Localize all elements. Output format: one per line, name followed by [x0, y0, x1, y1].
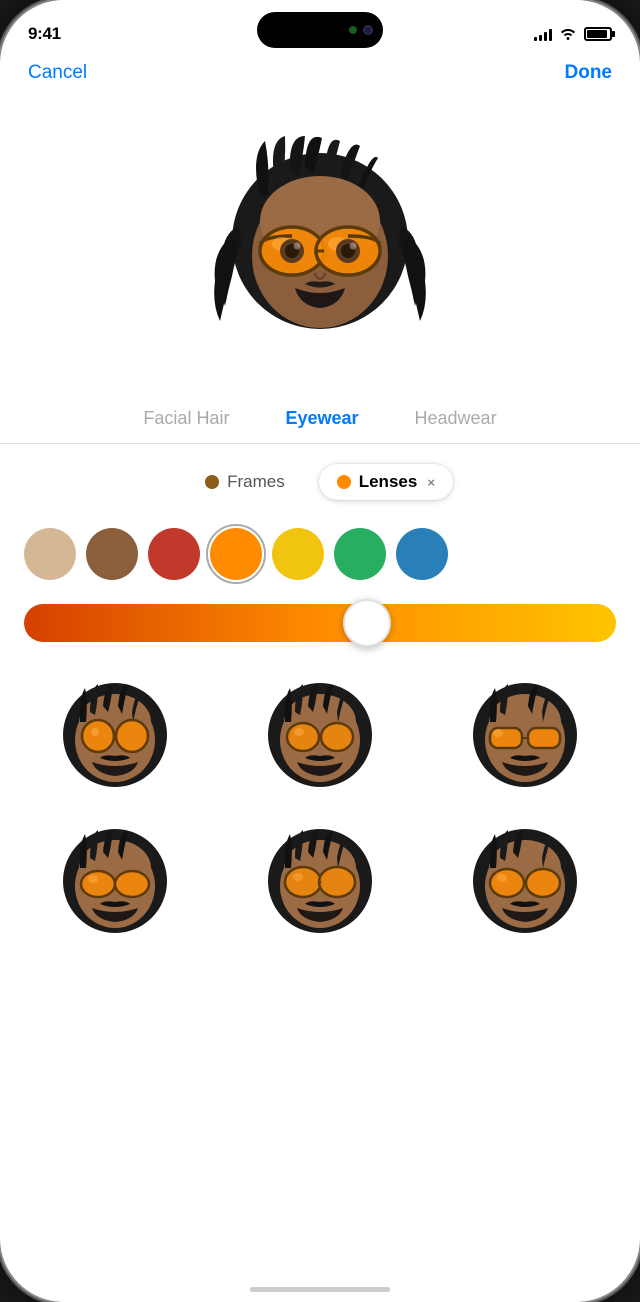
- swatch-green[interactable]: [334, 528, 386, 580]
- memoji-grid-item-2[interactable]: [217, 662, 422, 808]
- memoji-thumb-1: [50, 670, 180, 800]
- swatch-yellow[interactable]: [272, 528, 324, 580]
- lenses-filter-pill[interactable]: Lenses ×: [319, 464, 453, 500]
- done-button[interactable]: Done: [565, 62, 613, 84]
- main-memoji-svg: [210, 136, 430, 356]
- signal-icon: [534, 28, 552, 41]
- battery-fill: [587, 30, 607, 38]
- memoji-grid-item-1[interactable]: [12, 662, 217, 808]
- frames-label: Frames: [227, 472, 285, 492]
- status-icons: [534, 26, 612, 43]
- dynamic-island: [257, 12, 383, 48]
- filter-section: Frames Lenses ×: [0, 444, 640, 516]
- memoji-grid-item-4[interactable]: [12, 808, 217, 954]
- memoji-grid-item-3[interactable]: [423, 662, 628, 808]
- home-indicator: [250, 1287, 390, 1292]
- main-memoji-avatar: [210, 136, 430, 356]
- phone-shell: 9:41: [0, 0, 640, 1302]
- swatch-orange[interactable]: [210, 528, 262, 580]
- nav-bar: Cancel Done: [0, 54, 640, 96]
- wifi-icon: [559, 26, 577, 43]
- frames-filter-pill[interactable]: Frames: [187, 464, 303, 500]
- category-tabs: Facial Hair Eyewear Headwear: [0, 396, 640, 444]
- battery-icon: [584, 27, 612, 41]
- swatch-blue[interactable]: [396, 528, 448, 580]
- swatch-beige[interactable]: [24, 528, 76, 580]
- swatch-red[interactable]: [148, 528, 200, 580]
- island-green-dot: [349, 26, 357, 34]
- color-slider-track[interactable]: [24, 604, 616, 642]
- memoji-preview: [0, 96, 640, 396]
- cancel-button[interactable]: Cancel: [28, 62, 87, 84]
- memoji-thumb-6: [460, 816, 590, 946]
- tab-facial-hair[interactable]: Facial Hair: [115, 408, 257, 429]
- memoji-grid-item-6[interactable]: [423, 808, 628, 954]
- tab-eyewear[interactable]: Eyewear: [257, 408, 386, 429]
- island-camera: [363, 25, 373, 35]
- slider-section[interactable]: [0, 596, 640, 662]
- memoji-thumb-5: [255, 816, 385, 946]
- memoji-grid-item-5[interactable]: [217, 808, 422, 954]
- frames-color-dot: [205, 475, 219, 489]
- lenses-close-icon[interactable]: ×: [427, 475, 435, 490]
- tab-headwear[interactable]: Headwear: [387, 408, 525, 429]
- memoji-thumb-3: [460, 670, 590, 800]
- screen: 9:41: [0, 0, 640, 1302]
- color-swatches: [0, 516, 640, 596]
- swatch-brown[interactable]: [86, 528, 138, 580]
- lenses-label: Lenses: [359, 472, 418, 492]
- lenses-color-dot: [337, 475, 351, 489]
- status-bar: 9:41: [0, 0, 640, 54]
- memoji-grid: [0, 662, 640, 954]
- memoji-thumb-2: [255, 670, 385, 800]
- color-slider-thumb[interactable]: [343, 599, 391, 647]
- memoji-thumb-4: [50, 816, 180, 946]
- status-time: 9:41: [28, 24, 61, 44]
